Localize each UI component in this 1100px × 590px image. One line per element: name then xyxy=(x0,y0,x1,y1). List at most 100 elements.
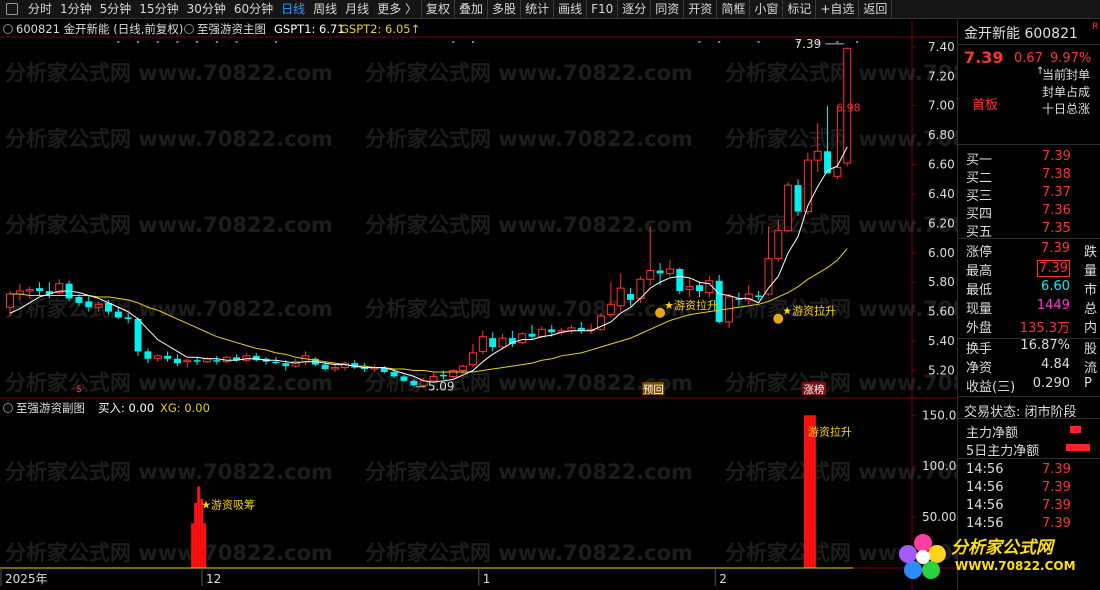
toolbar-item-10[interactable]: 复权 xyxy=(422,0,454,19)
sub-ytick-label: 50.00 xyxy=(922,510,956,524)
stat-label: 最低 xyxy=(966,283,993,298)
quote-panel: 金开新能 600821 R 7.39 0.67 9.97% ⌃ 首板 当前封单封… xyxy=(899,20,1100,590)
low-label: 5.09 xyxy=(428,380,455,394)
toolbar-item-14[interactable]: 画线 xyxy=(554,0,586,19)
candle-body-down xyxy=(272,361,280,364)
candle-body-up xyxy=(468,352,477,366)
signal-dot xyxy=(698,41,701,43)
board-tag: 首板 xyxy=(972,98,999,113)
ytick-label: 6.80 xyxy=(928,128,955,142)
toolbar-separator xyxy=(891,0,893,19)
candle-body-down xyxy=(114,311,122,318)
candle-body-down xyxy=(528,333,536,337)
toolbar-item-1[interactable]: 1分钟 xyxy=(56,0,96,19)
flow-label: 主力净额 xyxy=(966,426,1019,441)
signal-dot xyxy=(718,41,721,43)
toolbar-item-23[interactable]: 返回 xyxy=(859,0,891,19)
toolbar-item-7[interactable]: 周线 xyxy=(309,0,341,19)
toolbar-item-6[interactable]: 日线 xyxy=(277,0,309,19)
toolbar-item-13[interactable]: 统计 xyxy=(521,0,553,19)
sub-bar xyxy=(203,523,207,568)
toolbar-item-8[interactable]: 月线 xyxy=(341,0,373,19)
toolbar-item-4[interactable]: 30分钟 xyxy=(183,0,230,19)
stat-side-label: 量 xyxy=(1084,264,1098,279)
toolbar-item-20[interactable]: 小窗 xyxy=(750,0,782,19)
toolbar-item-3[interactable]: 15分钟 xyxy=(135,0,182,19)
gspt1-value: GSPT1: 6.71 xyxy=(274,22,345,36)
kline-chart[interactable]: 分析家公式网 www.70822.com 分析家公式网 www.70822.com… xyxy=(0,20,957,590)
candle-body-down xyxy=(656,270,664,274)
candle-body-down xyxy=(124,317,132,320)
candle-body-down xyxy=(193,360,201,362)
tick-price: 7.39 xyxy=(1042,462,1071,477)
stat-label: 最高 xyxy=(966,264,993,279)
toolbar-item-17[interactable]: 同资 xyxy=(651,0,683,19)
bid-price: 7.35 xyxy=(1042,221,1071,236)
ytick-label: 6.20 xyxy=(928,216,955,230)
candle-body-up xyxy=(685,286,694,291)
stock-title: 金开新能 600821 xyxy=(964,26,1078,42)
sub-bar-label: 游资拉升 xyxy=(808,424,852,438)
bid-label: 买三 xyxy=(966,189,993,204)
candle-body-down xyxy=(173,358,181,364)
stat-value: 1449 xyxy=(1036,298,1070,313)
stat-label: 涨停 xyxy=(966,245,993,260)
signal-dot xyxy=(274,41,277,43)
candle-body-down xyxy=(696,285,703,292)
bid-price: 7.39 xyxy=(1042,149,1071,164)
logo-text: 分析家公式网 xyxy=(951,538,1053,558)
toolbar-item-5[interactable]: 60分钟 xyxy=(230,0,277,19)
toolbar-item-22[interactable]: +自选 xyxy=(816,0,858,19)
toolbar-item-18[interactable]: 开资 xyxy=(684,0,716,19)
stat-value: 135.3万 xyxy=(1019,321,1070,336)
toolbar-item-15[interactable]: F10 xyxy=(587,0,617,19)
toolbar-item-2[interactable]: 5分钟 xyxy=(96,0,136,19)
toolbar-item-0[interactable]: 分时 xyxy=(24,0,56,19)
stat-value: 7.39 xyxy=(1041,241,1070,256)
price-change: 0.67 xyxy=(1014,51,1043,66)
signal-dot xyxy=(196,41,199,43)
candle-body-down xyxy=(400,376,408,381)
candle-body-up xyxy=(518,333,527,344)
toolbar-item-9[interactable]: 更多 〉 xyxy=(373,0,421,19)
signal-dot xyxy=(856,41,859,43)
watermark-text: 分析家公式网 www.70822.com xyxy=(5,460,333,484)
tick-time: 14:56 xyxy=(966,462,1004,477)
toolbar-item-19[interactable]: 简框 xyxy=(717,0,749,19)
candle-body-down xyxy=(627,294,635,300)
ytick-label: 7.00 xyxy=(928,99,955,113)
watermark-text: 分析家公式网 www.70822.com xyxy=(365,213,693,237)
bid-price: 7.36 xyxy=(1042,203,1071,218)
toolbar-item-21[interactable]: 标记 xyxy=(783,0,815,19)
candle-body-down xyxy=(75,296,83,303)
watermark-text: 分析家公式网 www.70822.com xyxy=(365,61,693,85)
candle-body-down xyxy=(439,374,447,377)
signal-dot xyxy=(215,41,218,43)
bid-price: 7.38 xyxy=(1042,167,1071,182)
toolbar-item-11[interactable]: 叠加 xyxy=(455,0,487,19)
candle-body-up xyxy=(94,303,103,308)
toolbar-item-16[interactable]: 逐分 xyxy=(618,0,650,19)
tick-price: 7.39 xyxy=(1042,480,1071,495)
tag-label: 预回 xyxy=(643,384,664,396)
candle-body-up xyxy=(478,336,487,352)
gspt2-value: GSPT2: 6.05↑ xyxy=(340,22,420,36)
last-price: 7.39 xyxy=(964,48,1004,67)
candle-body-up xyxy=(774,230,783,260)
watermark-text: 分析家公式网 www.70822.com xyxy=(5,127,333,151)
tick-time: 14:56 xyxy=(966,480,1004,495)
watermark-text: 分析家公式网 www.70822.com xyxy=(5,371,333,395)
candle-body-down xyxy=(321,364,329,370)
window-icon[interactable] xyxy=(0,0,24,18)
toolbar-item-12[interactable]: 多股 xyxy=(488,0,520,19)
watermark-text: 分析家公式网 www.70822.com xyxy=(5,297,333,321)
ytick-label: 6.00 xyxy=(928,246,955,260)
sub-ytick-label: 150.0 xyxy=(922,408,956,422)
flow-label: 5日主力净额 xyxy=(966,444,1040,459)
stat-label: 外盘 xyxy=(966,321,993,336)
candle-body-down xyxy=(282,363,290,367)
info-icon: ↑ xyxy=(1036,66,1045,77)
currency-icon: $ xyxy=(76,384,82,395)
stat-side-label: 跌 xyxy=(1084,245,1098,260)
candle-body-up xyxy=(813,150,822,161)
